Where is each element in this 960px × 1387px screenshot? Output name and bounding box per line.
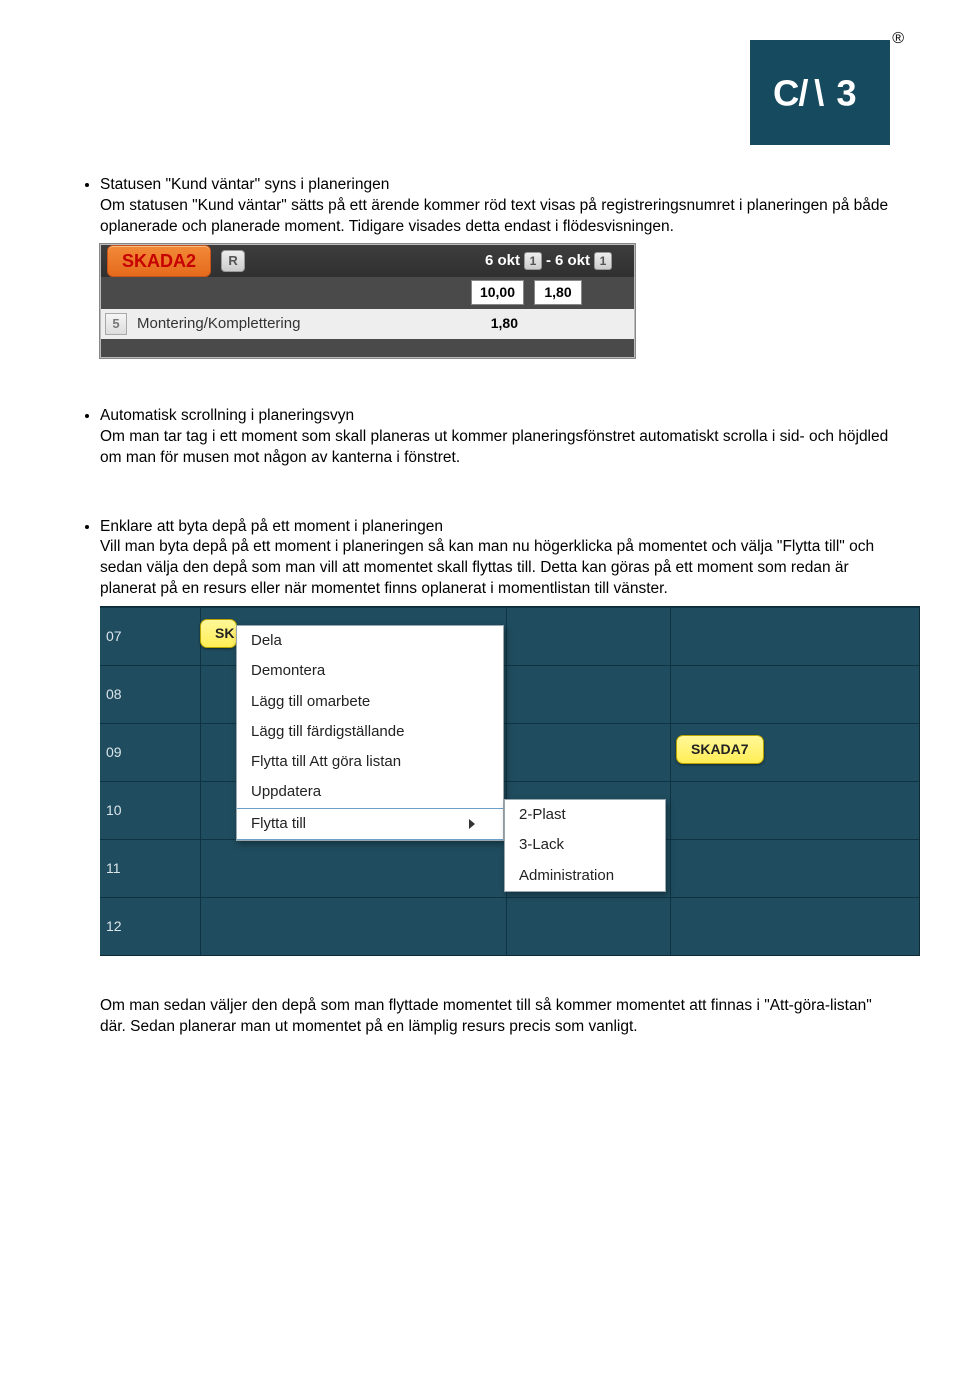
conclusion-text: Om man sedan väljer den depå som man fly… xyxy=(100,996,890,1038)
section-body: Vill man byta depå på ett moment i plane… xyxy=(100,537,890,600)
svg-text:/: / xyxy=(798,72,808,113)
section-body: Om man tar tag i ett moment som skall pl… xyxy=(100,427,890,469)
section-title: Statusen "Kund väntar" syns i planeringe… xyxy=(100,175,890,196)
section-title: Automatisk scrollning i planeringsvyn xyxy=(100,406,890,427)
context-submenu: 2-Plast 3-Lack Administration xyxy=(504,799,666,892)
submenu-item-plast[interactable]: 2-Plast xyxy=(505,800,665,830)
brand-logo: ® C / \ 3 xyxy=(750,40,890,145)
menu-item-omarbete[interactable]: Lägg till omarbete xyxy=(237,687,503,717)
step-number[interactable]: 5 xyxy=(105,313,127,335)
date-to: 6 okt xyxy=(555,251,590,271)
menu-item-fardig[interactable]: Lägg till färdigställande xyxy=(237,717,503,747)
registered-icon: ® xyxy=(892,28,904,50)
date-range: 6 okt 1 - 6 okt 1 xyxy=(485,251,634,271)
svg-text:\: \ xyxy=(814,72,824,113)
section-kund-vantar: Statusen "Kund väntar" syns i planeringe… xyxy=(100,175,890,358)
cab-logo-icon: C / \ 3 xyxy=(773,68,868,118)
section-title: Enklare att byta depå på ett moment i pl… xyxy=(100,517,890,538)
menu-item-demontera[interactable]: Demontera xyxy=(237,656,503,686)
screenshot-skada2: SKADA2 R 6 okt 1 - 6 okt 1 10,00 1,80 5 … xyxy=(100,244,635,358)
section-byta-depa: Enklare att byta depå på ett moment i pl… xyxy=(100,517,890,1039)
submenu-arrow-icon xyxy=(469,819,475,829)
submenu-item-admin[interactable]: Administration xyxy=(505,861,665,891)
date-from-count: 1 xyxy=(524,252,542,270)
section-auto-scroll: Automatisk scrollning i planeringsvyn Om… xyxy=(100,406,890,469)
date-to-count: 1 xyxy=(594,252,612,270)
screenshot-context-menu: 07 08 09 10 11 12 SK SKADA7 Dela Demonte… xyxy=(100,606,920,956)
moment-chip-partial[interactable]: SK xyxy=(200,619,237,648)
date-from: 6 okt xyxy=(485,251,520,271)
context-menu: Dela Demontera Lägg till omarbete Lägg t… xyxy=(236,625,504,841)
date-sep: - xyxy=(546,251,551,271)
step-label: Montering/Komplettering xyxy=(137,314,300,334)
menu-item-flytta-till[interactable]: Flytta till xyxy=(237,808,503,840)
hour-label: 12 xyxy=(106,917,122,936)
hour-label: 11 xyxy=(106,859,121,878)
section-body: Om statusen "Kund väntar" sätts på ett ä… xyxy=(100,196,890,238)
moment-chip-skada7[interactable]: SKADA7 xyxy=(676,735,764,764)
svg-text:3: 3 xyxy=(836,72,856,113)
hour-label: 08 xyxy=(106,685,122,704)
submenu-item-lack[interactable]: 3-Lack xyxy=(505,830,665,860)
hour-label: 10 xyxy=(106,801,122,820)
step-value: 1,80 xyxy=(491,314,518,333)
skada2-badge[interactable]: SKADA2 xyxy=(107,245,211,277)
hour-label: 07 xyxy=(106,627,122,646)
hour-row: 08 xyxy=(100,665,919,723)
hour-row: 09 xyxy=(100,723,919,781)
menu-item-attgora[interactable]: Flytta till Att göra listan xyxy=(237,747,503,777)
hour-label: 09 xyxy=(106,743,122,762)
menu-item-dela[interactable]: Dela xyxy=(237,626,503,656)
value-1: 10,00 xyxy=(471,280,524,305)
hour-row: 12 xyxy=(100,897,919,955)
svg-text:C: C xyxy=(773,72,799,113)
menu-item-uppdatera[interactable]: Uppdatera xyxy=(237,777,503,807)
r-chip[interactable]: R xyxy=(221,250,245,272)
value-2: 1,80 xyxy=(534,280,582,305)
